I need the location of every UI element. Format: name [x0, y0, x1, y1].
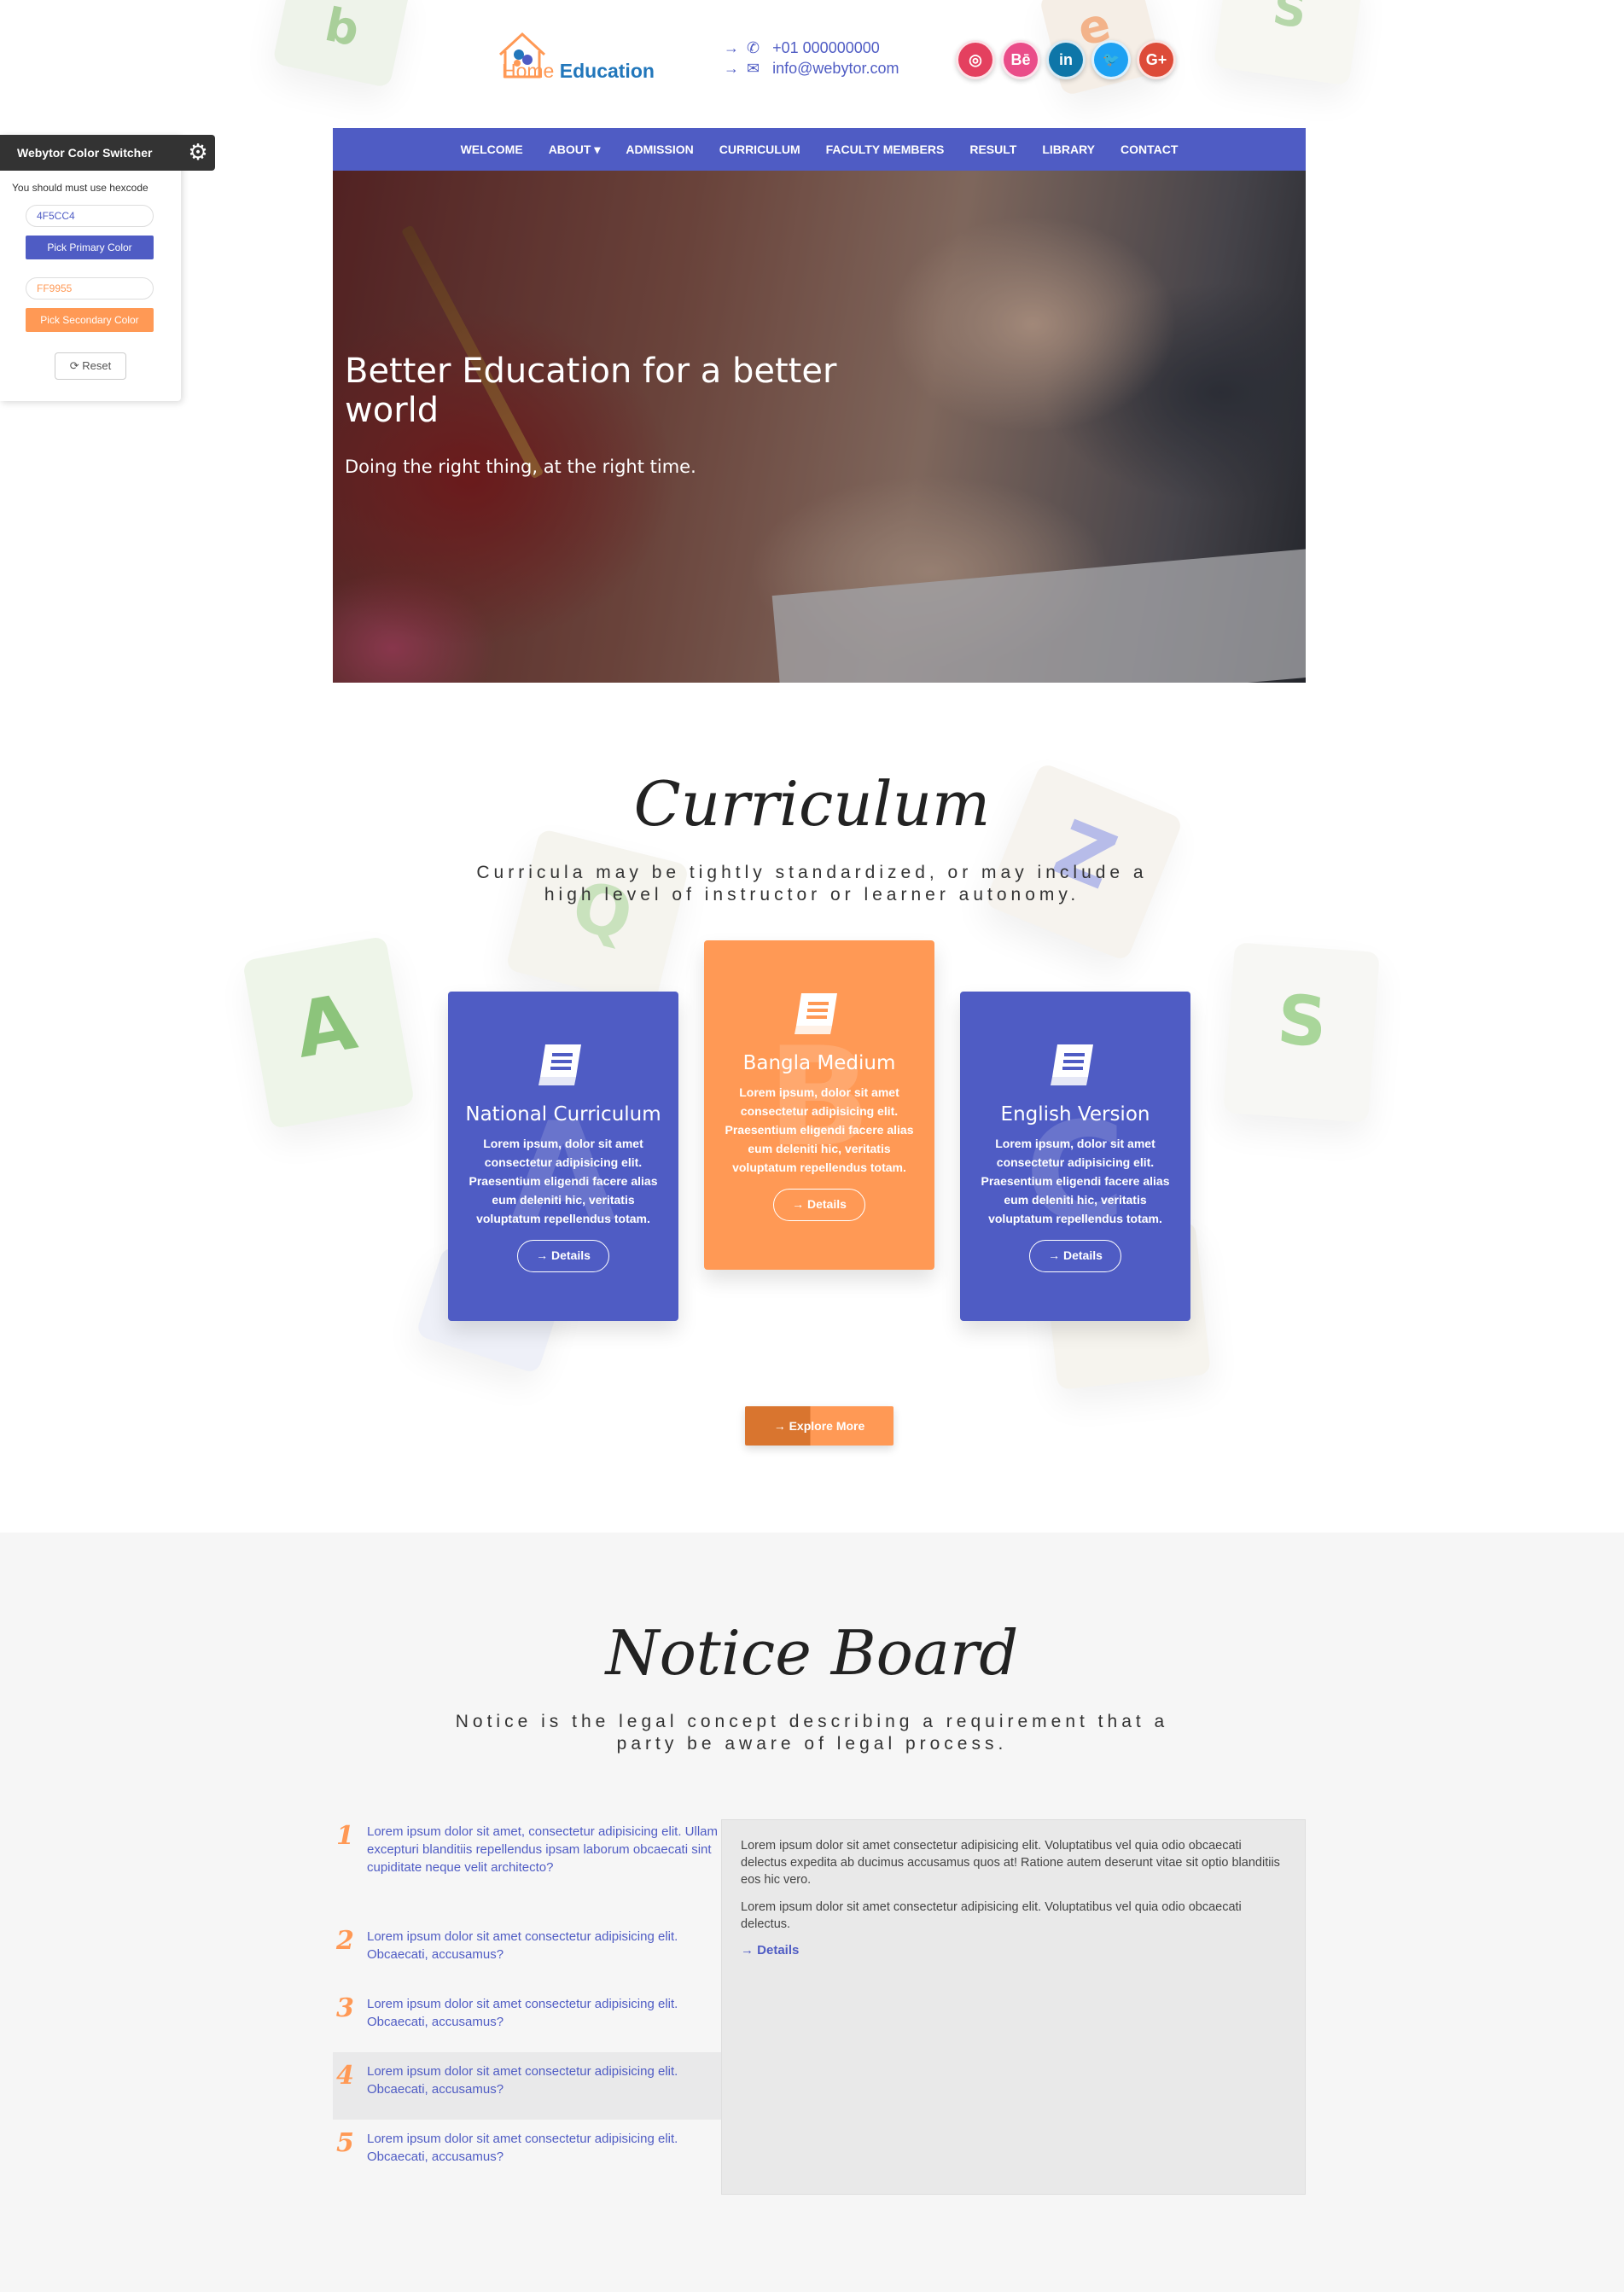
card-title: National Curriculum: [465, 1103, 661, 1126]
logo-text: Home Education: [502, 60, 655, 83]
decorative-cube-mid-left: A: [242, 935, 416, 1130]
decorative-cube-mid-center: Q: [505, 828, 690, 1007]
notice-text: Lorem ipsum dolor sit amet consectetur a…: [367, 1929, 678, 1962]
reset-button[interactable]: ⟳ Reset: [55, 352, 126, 380]
details-button[interactable]: → Details: [517, 1240, 609, 1272]
book-icon: [538, 1044, 581, 1085]
primary-hex-input[interactable]: 4F5CC4: [26, 205, 154, 227]
notice-number: 1: [336, 1821, 354, 1851]
curriculum-card-national: A National Curriculum Lorem ipsum, dolor…: [448, 992, 678, 1321]
logo-text-education: Education: [559, 60, 655, 82]
nav-item-curriculum[interactable]: CURRICULUM: [719, 143, 800, 156]
notice-number: 2: [336, 1926, 354, 1956]
hero-subtitle: Doing the right thing, at the right time…: [345, 457, 696, 477]
nav-item-welcome[interactable]: WELCOME: [461, 143, 523, 156]
notice-details-link[interactable]: → Details: [741, 1943, 799, 1958]
notice-list: 1 Lorem ipsum dolor sit amet, consectetu…: [333, 1819, 721, 2187]
card-text: Lorem ipsum, dolor sit amet consectetur …: [725, 1085, 914, 1174]
explore-more-button[interactable]: → Explore More: [745, 1406, 893, 1446]
notice-item[interactable]: 5 Lorem ipsum dolor sit amet consectetur…: [333, 2120, 721, 2187]
notice-text: Lorem ipsum dolor sit amet consectetur a…: [367, 1997, 678, 2029]
book-icon: [1051, 1044, 1093, 1085]
color-switcher-note: You should must use hexcode: [12, 182, 148, 194]
phone-number: +01 000000000: [772, 39, 880, 56]
notice-board-title: Notice Board: [605, 1617, 1019, 1689]
twitter-button[interactable]: 🐦: [1091, 40, 1131, 79]
nav-item-contact[interactable]: CONTACT: [1121, 143, 1178, 156]
arrow-icon: →: [724, 60, 739, 77]
google-plus-icon: G+: [1145, 50, 1167, 68]
notice-number: 5: [336, 2128, 354, 2158]
main-navigation: WELCOME ABOUT ▾ ADMISSION CURRICULUM FAC…: [333, 128, 1306, 171]
hero-banner: Better Education for a better world Doin…: [333, 171, 1306, 683]
decorative-cube-mid-right-2: S: [1223, 942, 1380, 1123]
behance-icon: Bē: [1010, 50, 1031, 68]
google-plus-button[interactable]: G+: [1137, 40, 1176, 79]
notice-number: 3: [336, 1993, 354, 2023]
arrow-icon: →: [724, 39, 739, 56]
nav-item-about[interactable]: ABOUT ▾: [549, 143, 601, 157]
notice-item-active[interactable]: 4 Lorem ipsum dolor sit amet consectetur…: [333, 2052, 721, 2120]
nav-item-admission[interactable]: ADMISSION: [626, 143, 693, 156]
decorative-cube-top-right-2: S: [1213, 0, 1365, 86]
contact-email[interactable]: → ✉ info@webytor.com: [724, 60, 899, 78]
notice-paragraph-1: Lorem ipsum dolor sit amet consectetur a…: [741, 1839, 1280, 1887]
email-address: info@webytor.com: [772, 60, 899, 77]
card-text: Lorem ipsum, dolor sit amet consectetur …: [469, 1137, 658, 1225]
notice-item[interactable]: 1 Lorem ipsum dolor sit amet, consectetu…: [333, 1819, 721, 1917]
notice-item[interactable]: 3 Lorem ipsum dolor sit amet consectetur…: [333, 1985, 721, 2052]
hero-title: Better Education for a better world: [345, 352, 837, 430]
envelope-icon: ✉: [747, 60, 760, 77]
nav-item-library[interactable]: LIBRARY: [1042, 143, 1095, 156]
notice-paragraph-2: Lorem ipsum dolor sit amet consectetur a…: [741, 1900, 1242, 1931]
card-text: Lorem ipsum, dolor sit amet consectetur …: [981, 1137, 1170, 1225]
behance-button[interactable]: Bē: [1001, 40, 1040, 79]
curriculum-title: Curriculum: [633, 768, 991, 840]
card-title: English Version: [1000, 1103, 1150, 1126]
pick-secondary-color-button[interactable]: Pick Secondary Color: [26, 308, 154, 332]
card-title: Bangla Medium: [742, 1052, 896, 1074]
notice-board-subtitle: Notice is the legal concept describing a…: [455, 1712, 1169, 1754]
color-switcher-panel: Webytor Color Switcher You should must u…: [0, 135, 181, 401]
notice-number: 4: [336, 2061, 354, 2091]
notice-item[interactable]: 2 Lorem ipsum dolor sit amet consectetur…: [333, 1917, 721, 1985]
logo-text-home: Home: [502, 60, 555, 82]
linkedin-icon: in: [1059, 50, 1073, 68]
phone-icon: ✆: [747, 39, 760, 56]
notice-text: Lorem ipsum dolor sit amet consectetur a…: [367, 2064, 678, 2097]
curriculum-card-english: C English Version Lorem ipsum, dolor sit…: [960, 992, 1190, 1321]
details-button[interactable]: → Details: [773, 1189, 865, 1221]
gear-icon[interactable]: ⚙: [181, 135, 215, 171]
details-button[interactable]: → Details: [1029, 1240, 1121, 1272]
pick-primary-color-button[interactable]: Pick Primary Color: [26, 236, 154, 259]
book-icon: [795, 993, 837, 1034]
decorative-cube-top-left: b: [272, 0, 410, 89]
linkedin-button[interactable]: in: [1046, 40, 1086, 79]
nav-item-result[interactable]: RESULT: [969, 143, 1016, 156]
secondary-hex-input[interactable]: FF9955: [26, 277, 154, 300]
instagram-button[interactable]: ◎: [956, 40, 995, 79]
notice-text: Lorem ipsum dolor sit amet consectetur a…: [367, 2132, 678, 2164]
notice-text: Lorem ipsum dolor sit amet, consectetur …: [367, 1824, 718, 1875]
contact-phone[interactable]: → ✆ +01 000000000: [724, 39, 880, 57]
nav-item-faculty-members[interactable]: FACULTY MEMBERS: [826, 143, 945, 156]
instagram-icon: ◎: [969, 50, 982, 68]
notice-detail-panel: Lorem ipsum dolor sit amet consectetur a…: [721, 1819, 1306, 2195]
twitter-icon: 🐦: [1103, 53, 1120, 67]
curriculum-card-bangla: B Bangla Medium Lorem ipsum, dolor sit a…: [704, 940, 934, 1270]
site-logo[interactable]: Home Education: [497, 26, 655, 87]
color-switcher-title: Webytor Color Switcher: [0, 135, 181, 171]
curriculum-subtitle: Curricula may be tightly standardized, o…: [476, 863, 1148, 905]
